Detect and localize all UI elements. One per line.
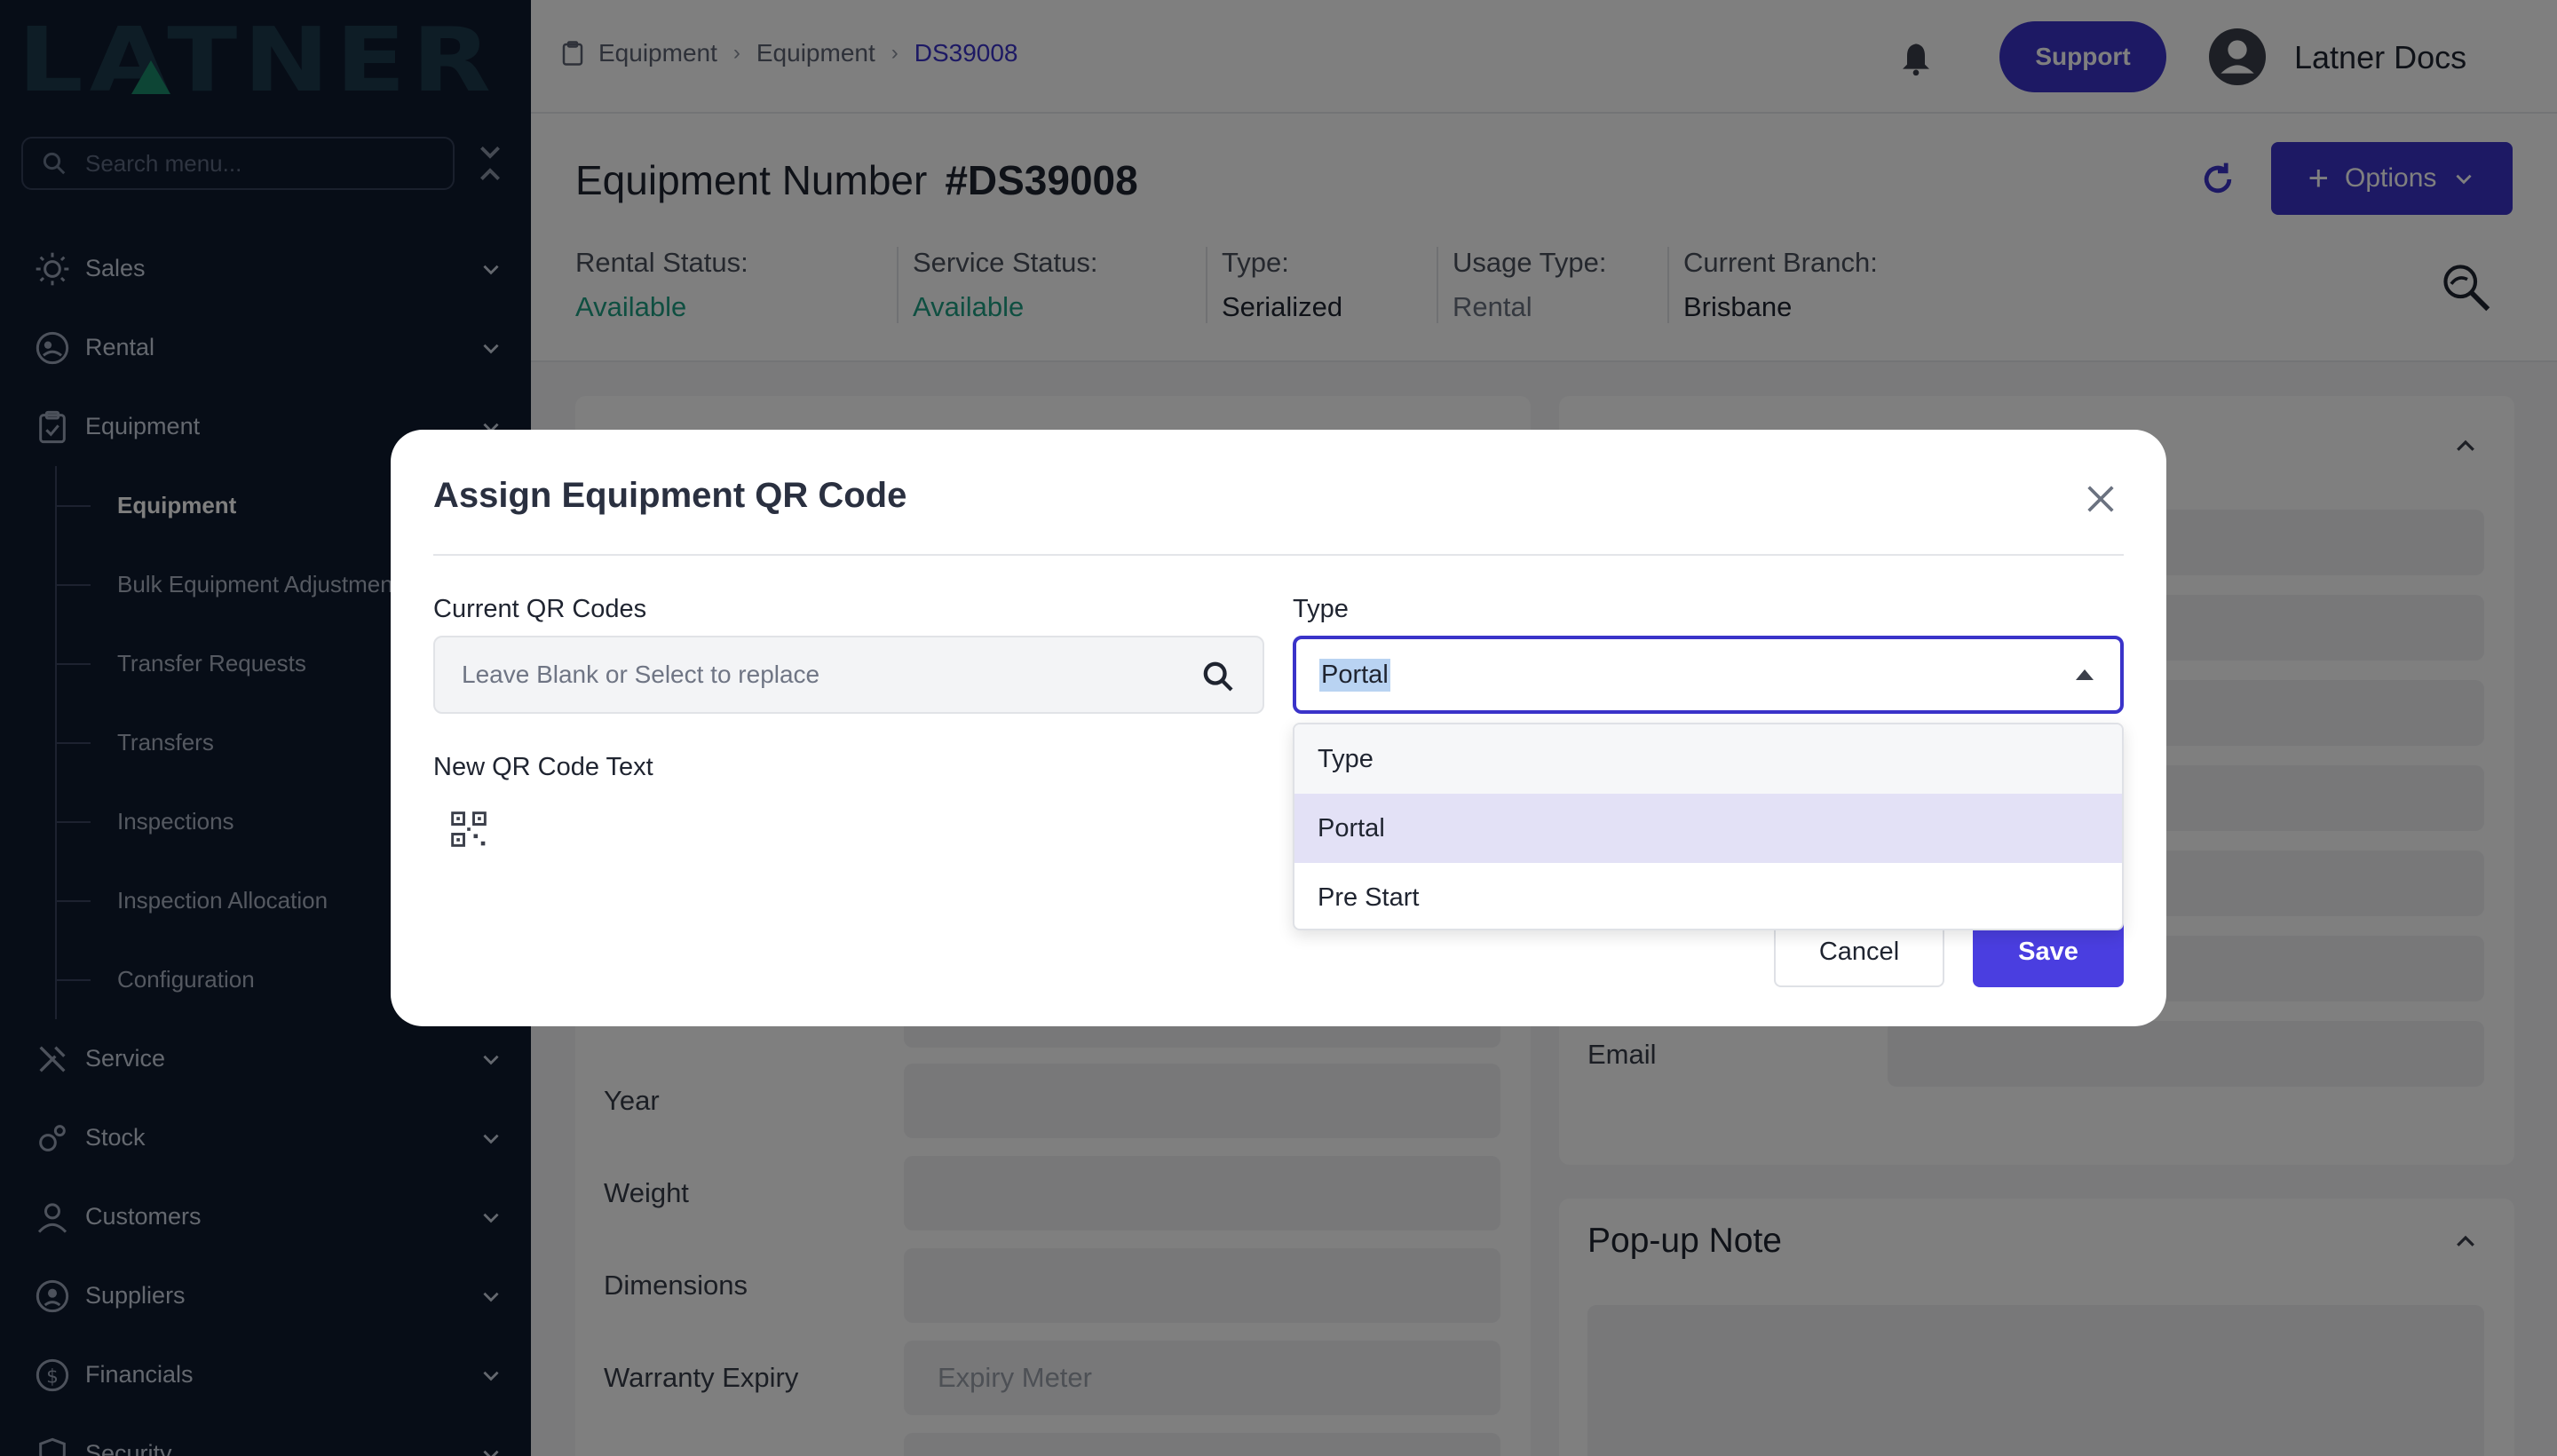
- modal-title: Assign Equipment QR Code: [433, 476, 907, 515]
- modal-divider: [433, 554, 2124, 556]
- type-selected-value: Portal: [1319, 658, 1390, 692]
- type-label: Type: [1293, 595, 1349, 623]
- type-option-portal[interactable]: Portal: [1294, 794, 2122, 863]
- current-qr-input[interactable]: Leave Blank or Select to replace: [433, 636, 1264, 714]
- type-option-type[interactable]: Type: [1294, 724, 2122, 794]
- qr-code-icon[interactable]: [449, 810, 488, 849]
- current-qr-label: Current QR Codes: [433, 595, 647, 623]
- close-icon[interactable]: [2083, 481, 2118, 517]
- type-dropdown-list: Type Portal Pre Start: [1293, 723, 2124, 930]
- search-icon[interactable]: [1200, 659, 1236, 694]
- caret-up-icon: [2076, 669, 2094, 680]
- type-option-pre-start[interactable]: Pre Start: [1294, 863, 2122, 929]
- current-qr-placeholder: Leave Blank or Select to replace: [462, 661, 820, 688]
- new-qr-label: New QR Code Text: [433, 753, 653, 781]
- type-select[interactable]: Portal: [1293, 636, 2124, 714]
